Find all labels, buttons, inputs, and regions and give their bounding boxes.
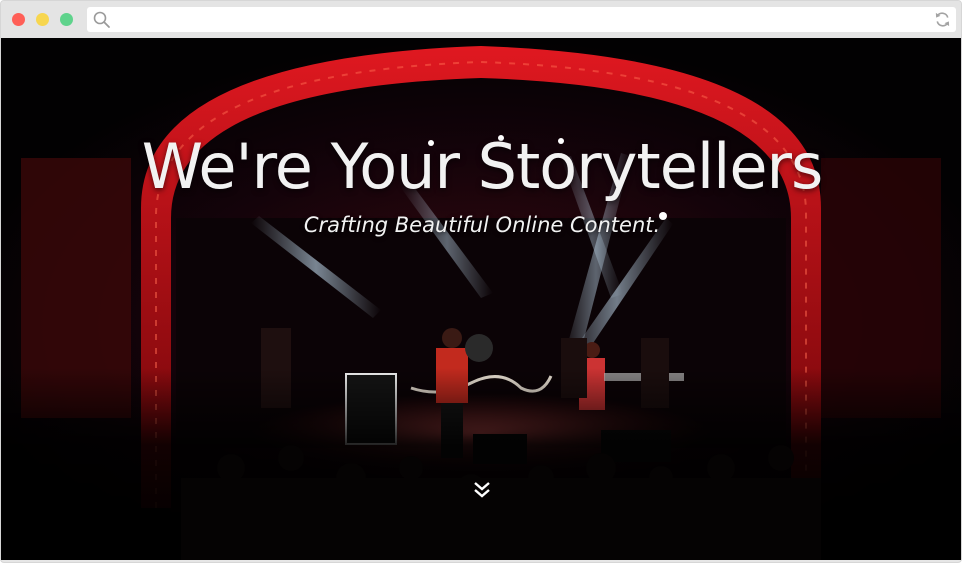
hero-title: We're Your Storytellers [141, 130, 824, 203]
browser-titlebar [1, 1, 961, 38]
address-input[interactable] [117, 10, 917, 29]
close-window-button[interactable] [12, 13, 25, 26]
maximize-window-button[interactable] [60, 13, 73, 26]
search-icon [93, 11, 110, 28]
minimize-window-button[interactable] [36, 13, 49, 26]
browser-window: We're Your Storytellers Crafting Beautif… [0, 0, 962, 563]
address-bar[interactable] [87, 7, 956, 32]
chevron-double-down-icon[interactable] [471, 478, 493, 500]
hero-subtitle: Crafting Beautiful Online Content. [303, 213, 661, 237]
refresh-icon[interactable] [933, 10, 952, 29]
page-viewport: We're Your Storytellers Crafting Beautif… [1, 38, 961, 560]
